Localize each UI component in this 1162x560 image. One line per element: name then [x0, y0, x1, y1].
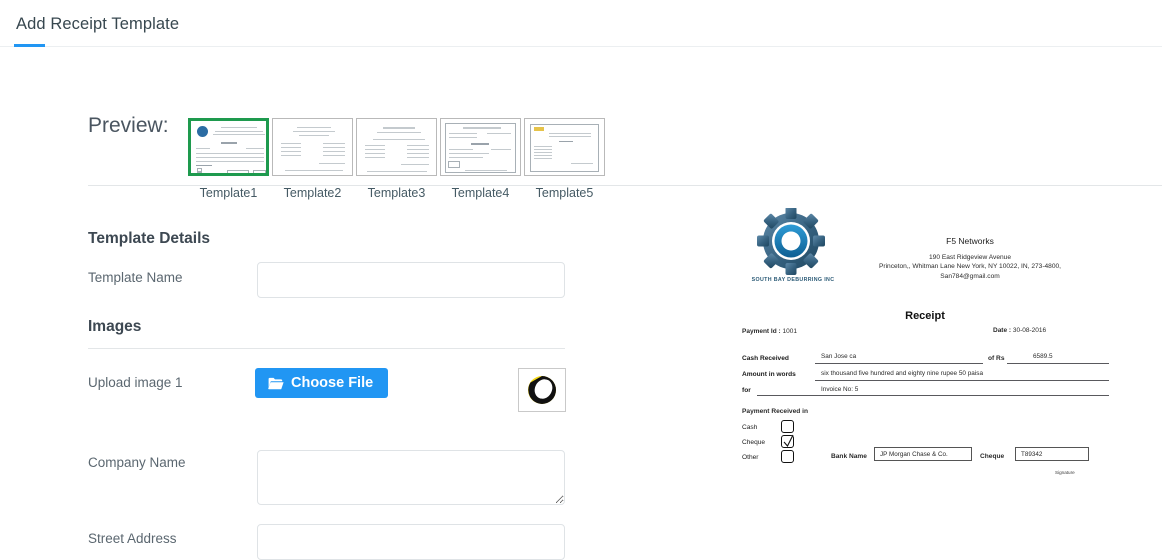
address-line-1: 190 East Ridgeview Avenue [929, 254, 1011, 261]
choose-file-label: Choose File [291, 374, 374, 391]
bank-name-field[interactable]: JP Morgan Chase & Co. [874, 447, 972, 461]
images-heading: Images [88, 318, 142, 335]
preview-section: Preview: Template1 Template2 Template3 T… [0, 50, 1162, 200]
company-name-textarea[interactable] [257, 450, 565, 505]
cheque-number-field[interactable]: T89342 [1015, 447, 1089, 461]
checkbox-cash[interactable] [781, 420, 794, 433]
page-header: Add Receipt Template [0, 0, 1162, 50]
template-thumbnail-1[interactable] [188, 118, 269, 176]
amount-in-words-value: six thousand five hundred and eighty nin… [821, 370, 984, 377]
street-address-input[interactable] [257, 524, 565, 560]
uploaded-image-preview[interactable] [518, 368, 566, 412]
template-thumbnail-4[interactable] [440, 118, 521, 176]
payment-id-value: 1001 [782, 328, 797, 335]
cheque-number-label: Cheque [980, 453, 1005, 460]
receipt-title: Receipt [905, 310, 945, 322]
for-value: Invoice No: 5 [821, 386, 859, 393]
of-rs-rule [1007, 363, 1109, 364]
of-rs-value: 6589.5 [1033, 353, 1053, 360]
date-value: 30-08-2016 [1012, 327, 1047, 334]
template-details-heading: Template Details [88, 230, 211, 247]
folder-icon [268, 377, 284, 390]
cash-received-value: San Jose ca [821, 353, 857, 360]
method-label-cash: Cash [742, 424, 758, 431]
payment-id-label: Payment Id : [742, 328, 781, 335]
bank-name-label: Bank Name [831, 453, 867, 460]
header-divider [0, 46, 1162, 47]
receipt-date-row: Date : 30-08-2016 [993, 327, 1046, 334]
choose-file-button[interactable]: Choose File [255, 368, 389, 398]
images-divider [88, 348, 565, 349]
cash-received-rule [815, 363, 983, 364]
cash-received-label: Cash Received [742, 355, 789, 362]
page-title: Add Receipt Template [16, 15, 180, 33]
template-caption-4: Template4 [451, 186, 510, 200]
receipt-preview: SOUTH BAY DEBURRING INC F5 Networks 190 … [735, 203, 1115, 493]
template-thumbnail-list: Template1 Template2 Template3 Template4 … [187, 118, 606, 200]
for-label: for [742, 387, 751, 394]
checkmark-icon [783, 434, 794, 447]
logo-thumbnail-icon [528, 376, 556, 404]
of-rs-label: of Rs [988, 355, 1005, 362]
signature-label: Signature [1055, 470, 1075, 475]
address-line-2: Princeton,, Whitman Lane New York, NY 10… [878, 263, 1062, 271]
preview-label: Preview: [88, 114, 169, 137]
template-option-4[interactable]: Template4 [439, 118, 522, 200]
method-label-other: Other [742, 454, 759, 461]
company-name-label: Company Name [88, 455, 186, 470]
template-name-input[interactable] [257, 262, 565, 298]
payment-id-row: Payment Id : 1001 [742, 328, 797, 335]
template-caption-3: Template3 [367, 186, 426, 200]
template-form: Template Details Template Name Images Up… [88, 230, 578, 560]
upload-image-label: Upload image 1 [88, 375, 183, 390]
template-thumbnail-3[interactable] [356, 118, 437, 176]
amount-in-words-label: Amount in words [742, 371, 796, 378]
header-accent-bar [14, 44, 45, 47]
date-label: Date : [993, 327, 1012, 334]
template-caption-2: Template2 [283, 186, 342, 200]
template-option-2[interactable]: Template2 [271, 118, 354, 200]
receipt-company-name: F5 Networks [946, 236, 994, 246]
method-label-cheque: Cheque [742, 439, 766, 446]
for-rule [757, 395, 1109, 396]
amount-in-words-rule [815, 380, 1109, 381]
street-address-label: Street Address [88, 531, 177, 546]
payment-received-in-label: Payment Received in [742, 408, 808, 415]
template-name-label: Template Name [88, 270, 183, 285]
address-line-3: San784@gmail.com [940, 272, 1000, 280]
preview-section-divider [88, 185, 1162, 186]
template-option-1[interactable]: Template1 [187, 118, 270, 200]
template-caption-1: Template1 [199, 186, 258, 200]
receipt-company-address: 190 East Ridgeview Avenue Princeton,, Wh… [825, 253, 1115, 281]
template-thumbnail-5[interactable] [524, 118, 605, 176]
template-caption-5: Template5 [535, 186, 594, 200]
template-option-3[interactable]: Template3 [355, 118, 438, 200]
checkbox-other[interactable] [781, 450, 794, 463]
checkbox-cheque[interactable] [781, 434, 794, 448]
template-thumbnail-2[interactable] [272, 118, 353, 176]
template-option-5[interactable]: Template5 [523, 118, 606, 200]
